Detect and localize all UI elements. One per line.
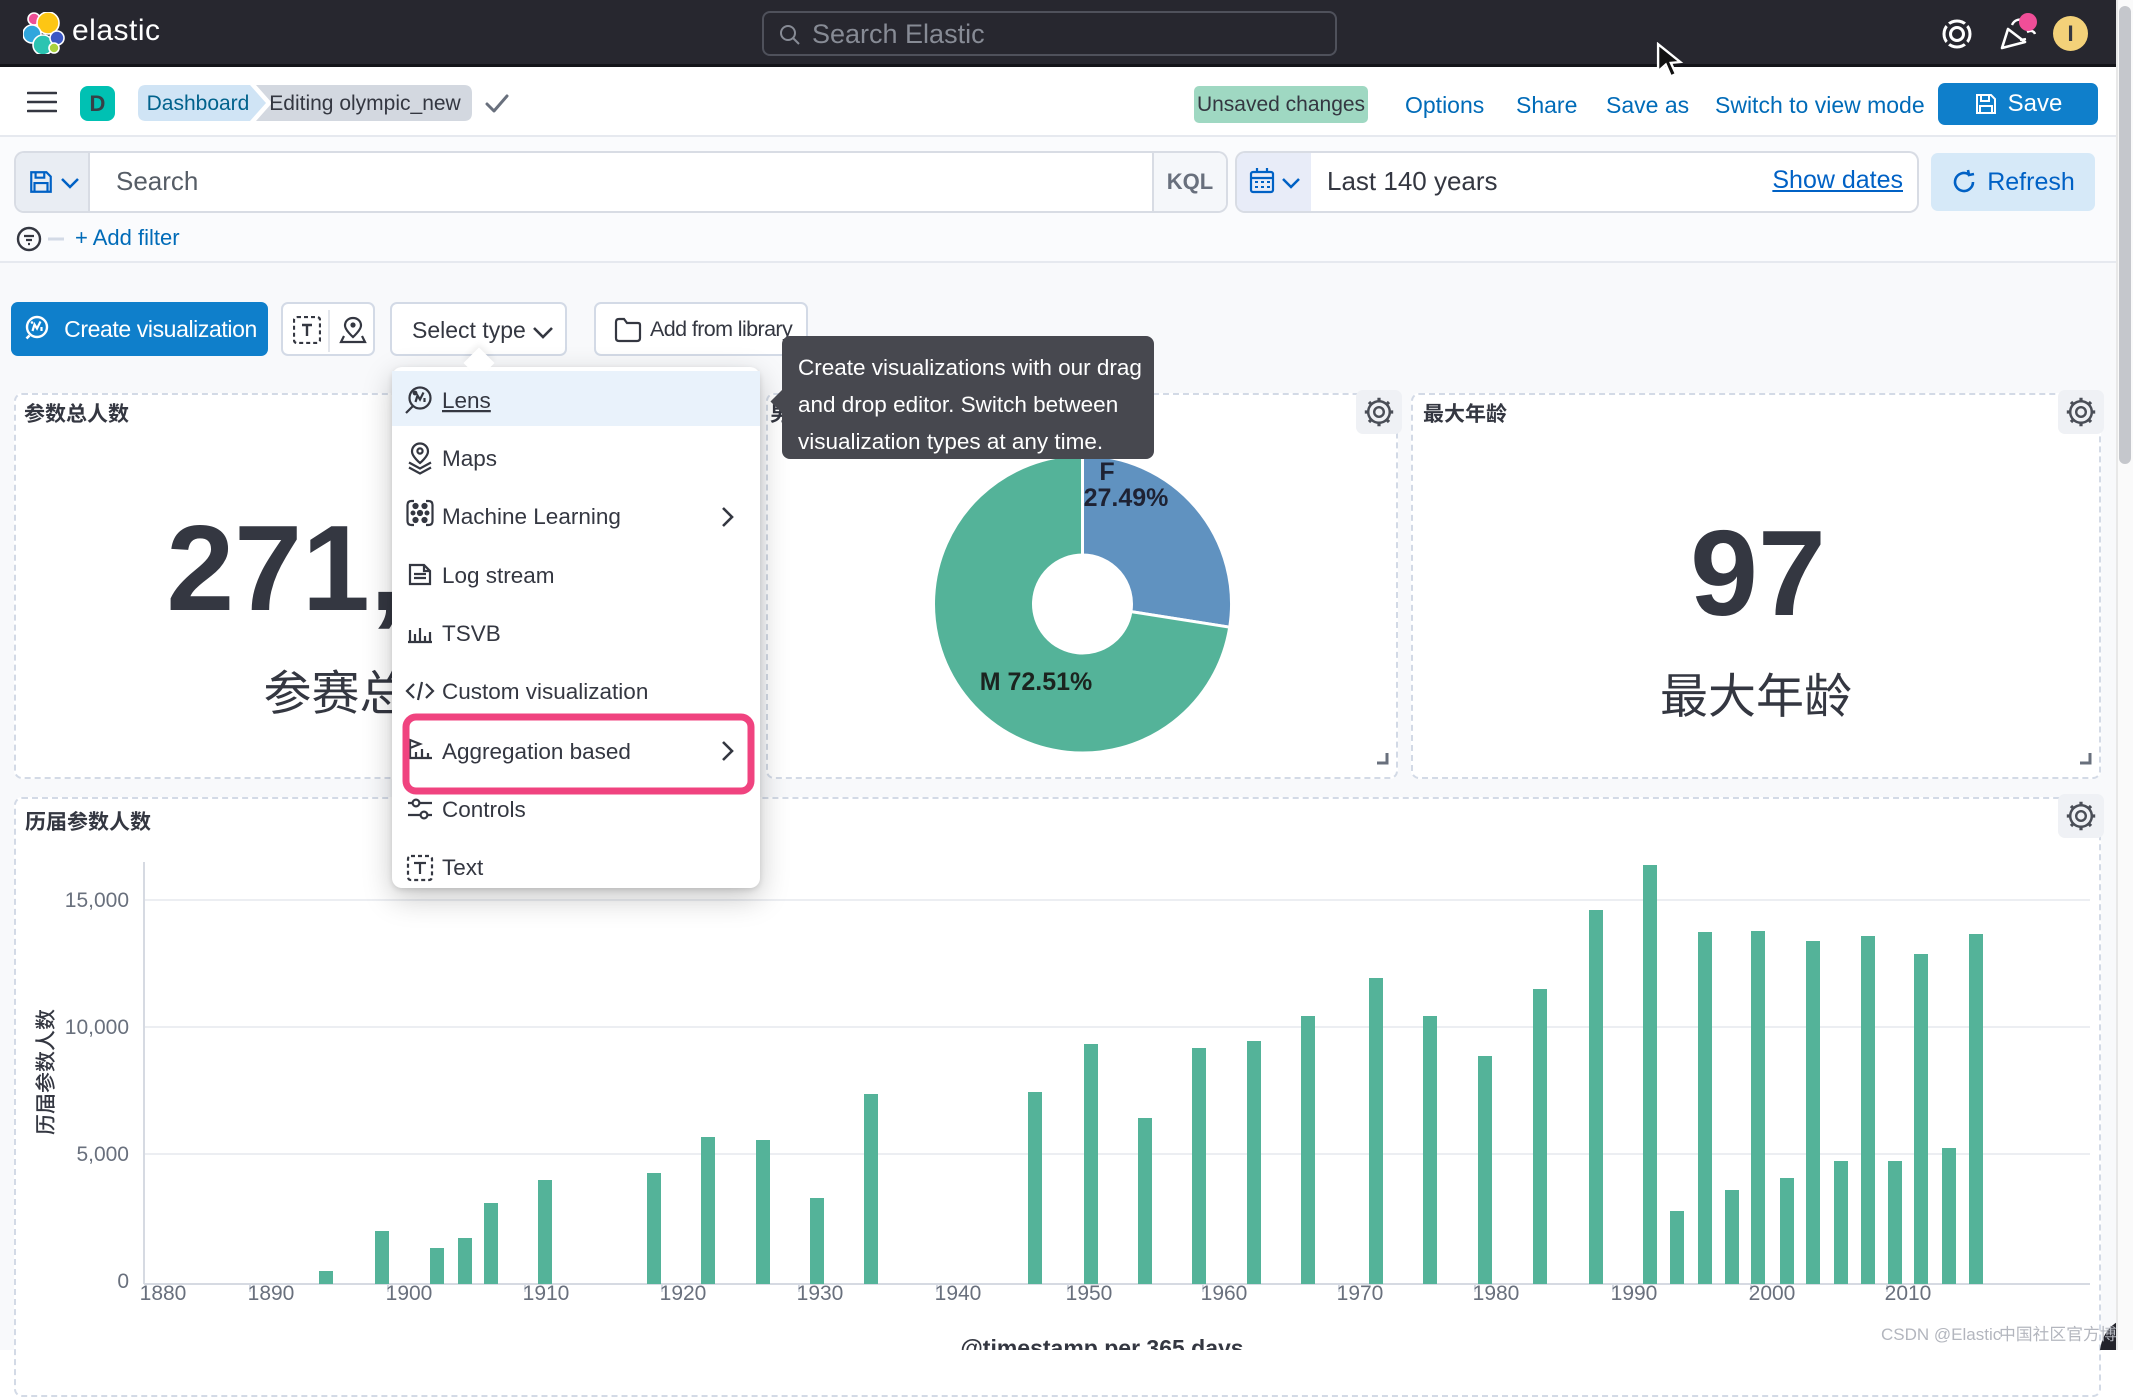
svg-text:Log stream: Log stream — [442, 563, 555, 588]
svg-text:Text: Text — [442, 855, 484, 880]
svg-text:TSVB: TSVB — [442, 621, 501, 646]
svg-text:Lens: Lens — [442, 388, 491, 413]
svg-text:Controls: Controls — [442, 797, 526, 822]
svg-text:Maps: Maps — [442, 446, 497, 471]
svg-text:Machine Learning: Machine Learning — [442, 504, 621, 529]
svg-text:Aggregation based: Aggregation based — [442, 739, 631, 764]
svg-text:Custom visualization: Custom visualization — [442, 679, 648, 704]
